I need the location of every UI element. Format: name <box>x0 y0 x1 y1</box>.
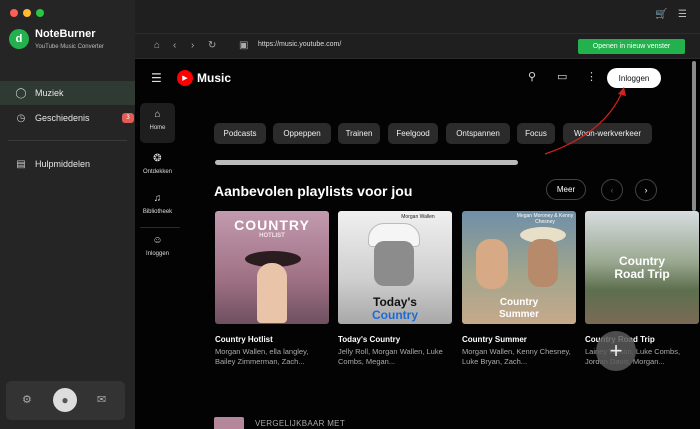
close-window-button[interactable] <box>10 9 18 17</box>
toolbox-icon: ▤ <box>16 158 26 170</box>
cover-caption: Morgan Wallen <box>401 214 435 220</box>
carousel-next-icon[interactable]: › <box>635 179 657 201</box>
cart-icon[interactable]: 🛒 <box>655 9 667 20</box>
clock-icon: ◷ <box>16 112 26 124</box>
chips-scrollbar[interactable] <box>215 160 518 165</box>
history-count-badge: 3 <box>122 113 134 123</box>
yt-nav-label: Inloggen <box>145 251 170 257</box>
playlist-artists: Morgan Wallen, ella langley, Bailey Zimm… <box>215 347 309 366</box>
playlist-title[interactable]: Today's Country <box>338 335 452 344</box>
zoom-window-button[interactable] <box>36 9 44 17</box>
annotation-arrow-icon <box>544 87 626 155</box>
home-icon: ⌂ <box>154 109 161 120</box>
app-logo-icon: d <box>9 29 29 49</box>
yt-nav-inloggen[interactable]: ☺ Inloggen <box>140 235 175 257</box>
portrait-shape <box>374 241 414 286</box>
settings-icon[interactable]: ⚙ <box>22 393 32 406</box>
sidebar-divider <box>8 140 127 141</box>
hamburger-menu-icon[interactable]: ☰ <box>151 71 162 85</box>
open-new-window-button[interactable]: Openen in nieuw venster <box>578 39 685 54</box>
playlist-artists: Morgan Wallen, Kenny Chesney, Luke Bryan… <box>462 347 571 366</box>
playlist-cover[interactable]: COUNTRY HOTLIST <box>215 211 329 324</box>
browser-url-bar: ⌂ ‹ › ↻ ▣ https://music.youtube.com/ Ope… <box>135 34 700 59</box>
menu-icon[interactable]: ☰ <box>678 9 687 20</box>
chip-feelgood[interactable]: Feelgood <box>388 123 438 144</box>
account-icon: ☺ <box>152 235 163 246</box>
yt-nav-bibliotheek[interactable]: ♫ Bibliotheek <box>140 193 175 215</box>
playlist-card[interactable]: Megan Moroney & Kenny Chesney Country Su… <box>462 211 576 367</box>
cover-subtext: Summer <box>498 309 539 320</box>
mail-icon[interactable]: ✉ <box>97 393 106 406</box>
window-toolbar: 🛒 ☰ <box>135 0 700 34</box>
yt-nav-label: Bibliotheek <box>142 209 173 215</box>
portrait-shape <box>476 239 508 289</box>
youtube-music-logo-text[interactable]: Music <box>197 71 231 85</box>
sidebar-item-hulpmiddelen[interactable]: ▤ Hulpmiddelen <box>0 152 135 176</box>
playlist-cover[interactable]: Morgan Wallen Today's Country <box>338 211 452 324</box>
cover-subtext: HOTLIST <box>259 233 285 239</box>
headphones-icon: ◯ <box>15 87 27 99</box>
search-icon[interactable]: ⚲ <box>528 70 536 83</box>
minimize-window-button[interactable] <box>23 9 31 17</box>
sidebar-item-geschiedenis[interactable]: ◷ Geschiedenis <box>0 106 135 130</box>
portrait-shape <box>257 263 287 323</box>
next-section-title: VERGELIJKBAAR MET <box>255 419 346 428</box>
cover-caption: Megan Moroney & Kenny Chesney <box>516 213 574 225</box>
chip-podcasts[interactable]: Podcasts <box>214 123 266 144</box>
app-sidebar: d NoteBurner YouTube Music Converter ◯ M… <box>0 0 135 429</box>
yt-nav-label: Ontdekken <box>142 169 173 175</box>
lock-icon: ▣ <box>239 40 249 51</box>
library-icon: ♫ <box>153 193 162 204</box>
cover-text: COUNTRY <box>234 217 310 233</box>
youtube-music-webview: ☰ ▶ Music ⚲ ▭ ⋮ Inloggen ⌂ Home ❂ Ontdek… <box>135 59 700 429</box>
more-button[interactable]: Meer <box>546 179 586 200</box>
cover-text: Country <box>499 297 539 308</box>
back-icon[interactable]: ‹ <box>173 40 176 51</box>
add-to-download-list-button[interactable]: + <box>596 331 636 371</box>
app-name: NoteBurner <box>35 28 96 40</box>
sidebar-item-muziek[interactable]: ◯ Muziek <box>0 81 135 105</box>
next-section-thumb[interactable] <box>214 417 244 429</box>
sidebar-item-label: Muziek <box>35 88 64 98</box>
chip-oppeppen[interactable]: Oppeppen <box>273 123 331 144</box>
sidebar-item-label: Hulpmiddelen <box>35 159 91 169</box>
forward-icon[interactable]: › <box>191 40 194 51</box>
chip-trainen[interactable]: Trainen <box>338 123 380 144</box>
playlist-card[interactable]: COUNTRY HOTLIST Country Hotlist Morgan W… <box>215 211 329 367</box>
playlist-title[interactable]: Country Hotlist <box>215 335 329 344</box>
cover-subtext: Road Trip <box>614 267 670 281</box>
section-title: Aanbevolen playlists voor jou <box>214 183 413 199</box>
yt-nav-label: Home <box>149 125 166 131</box>
playlist-cover[interactable]: Megan Moroney & Kenny Chesney Country Su… <box>462 211 576 324</box>
reload-icon[interactable]: ↻ <box>208 40 216 51</box>
vertical-scrollbar[interactable] <box>692 61 696 211</box>
youtube-music-logo-icon[interactable]: ▶ <box>177 70 193 86</box>
chip-ontspannen[interactable]: Ontspannen <box>446 123 510 144</box>
cover-text: Country <box>619 254 665 268</box>
sidebar-bottom-bar: ⚙ ● ✉ <box>6 381 125 420</box>
app-subtitle: YouTube Music Converter <box>35 44 104 50</box>
playlist-title[interactable]: Country Summer <box>462 335 576 344</box>
portrait-shape <box>528 239 558 287</box>
yt-nav-ontdekken[interactable]: ❂ Ontdekken <box>140 153 175 175</box>
cover-text: Today's <box>373 295 417 309</box>
playlist-card[interactable]: Morgan Wallen Today's Country Today's Co… <box>338 211 452 367</box>
home-icon[interactable]: ⌂ <box>154 40 160 51</box>
sidebar-item-label: Geschiedenis <box>35 113 90 123</box>
avatar[interactable]: ● <box>53 388 77 412</box>
yt-nav-divider <box>140 227 180 228</box>
url-text[interactable]: https://music.youtube.com/ <box>258 41 341 48</box>
playlist-artists: Jelly Roll, Morgan Wallen, Luke Combs, M… <box>338 347 443 366</box>
app-window: d NoteBurner YouTube Music Converter ◯ M… <box>0 0 700 429</box>
carousel-prev-icon[interactable]: ‹ <box>601 179 623 201</box>
playlist-cover[interactable]: Country Road Trip <box>585 211 699 324</box>
yt-nav-home[interactable]: ⌂ Home <box>140 103 175 143</box>
compass-icon: ❂ <box>153 153 162 164</box>
cover-subtext: Country <box>372 308 418 322</box>
